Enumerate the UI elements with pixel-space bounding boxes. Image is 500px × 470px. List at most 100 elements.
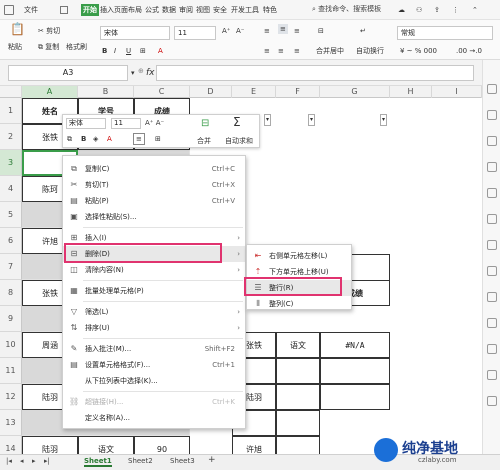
decimal-icon[interactable]: .00 →.0 xyxy=(456,46,482,56)
mini-font-select[interactable]: 宋体 xyxy=(66,118,106,129)
col-header-i[interactable]: I xyxy=(432,86,482,98)
font-grow-icon[interactable]: A⁺ xyxy=(222,26,230,36)
sheet-tab-1[interactable]: Sheet1 xyxy=(84,457,112,467)
mini-autosum-button[interactable]: 自动求和 xyxy=(225,136,253,146)
menu-cut[interactable]: ✂ 剪切(T) Ctrl+X xyxy=(63,177,245,193)
row-header[interactable]: 8 xyxy=(0,280,22,306)
menu-clear[interactable]: ◫ 清除内容(N) › xyxy=(63,262,245,278)
collapse-icon[interactable]: ⌃ xyxy=(472,4,478,16)
col-header-h[interactable]: H xyxy=(390,86,432,98)
sheet-tab-2[interactable]: Sheet2 xyxy=(128,457,153,465)
cell-e14[interactable]: 许旭 xyxy=(232,436,276,454)
align-bottom-icon[interactable]: ≡ xyxy=(294,26,300,36)
grow-font-icon[interactable]: A⁺ A⁻ xyxy=(145,118,164,128)
menu-paste[interactable]: ▤ 粘贴(P) Ctrl+V xyxy=(63,193,245,209)
style-icon[interactable] xyxy=(487,110,497,120)
align-right-icon[interactable]: ≡ xyxy=(294,46,300,56)
name-box-dropdown-icon[interactable]: ▾ xyxy=(131,68,135,78)
col-header-e[interactable]: E xyxy=(232,86,276,98)
col-header-d[interactable]: D xyxy=(190,86,232,98)
align-top-icon[interactable]: ≡ xyxy=(264,26,270,36)
bold-icon[interactable]: B xyxy=(102,46,107,56)
row-header[interactable]: 5 xyxy=(0,202,22,228)
cut-button[interactable]: ✂ 剪切 xyxy=(38,26,60,36)
row-header[interactable]: 1 xyxy=(0,98,22,124)
copy-button[interactable]: ⧉ 复制 xyxy=(38,42,59,52)
next-sheet-icon[interactable]: ▸ xyxy=(32,457,36,465)
menu-copy[interactable]: ⧉ 复制(C) Ctrl+C xyxy=(63,161,245,177)
cell-g10[interactable]: #N/A xyxy=(320,332,390,358)
menu-developer[interactable]: 开发工具 xyxy=(231,4,259,16)
menu-insert[interactable]: 插入 xyxy=(100,4,114,16)
mini-font-color-icon[interactable]: A xyxy=(107,134,112,144)
cell-f10[interactable]: 语文 xyxy=(276,332,320,358)
mini-border-icon[interactable]: ⊞ xyxy=(155,134,161,144)
row-header[interactable]: 11 xyxy=(0,358,22,384)
row-header[interactable]: 3 xyxy=(0,150,22,176)
sum-icon[interactable]: Σ xyxy=(233,116,241,128)
formula-input[interactable] xyxy=(156,65,474,81)
mini-merge-icon[interactable]: ⊟ xyxy=(201,119,209,129)
cell-c14[interactable]: 90 xyxy=(134,436,190,454)
backup-icon[interactable] xyxy=(487,214,497,224)
filter-dropdown-icon[interactable]: ▾ xyxy=(308,114,316,126)
wrap-icon[interactable]: ↵ xyxy=(360,26,366,36)
align-left-icon[interactable]: ≡ xyxy=(264,46,270,56)
chart-icon[interactable] xyxy=(487,188,497,198)
menu-paste-special[interactable]: ▣ 选择性粘贴(S)... xyxy=(63,209,245,225)
menu-features[interactable]: 特色 xyxy=(263,4,277,16)
mini-align-icon[interactable]: ≡ xyxy=(133,133,145,145)
paste-icon[interactable]: 📋 xyxy=(10,23,25,35)
more-icon[interactable]: ⋮ xyxy=(452,4,459,16)
menu-sort[interactable]: ⇅ 排序(U) › xyxy=(63,320,245,336)
cloud-icon[interactable]: ☁ xyxy=(398,4,405,16)
menu-icon[interactable] xyxy=(4,5,14,15)
cell-g11[interactable] xyxy=(320,358,390,384)
cell-b14[interactable]: 语文 xyxy=(78,436,134,454)
menu-batch[interactable]: ▦ 批量处理单元格(P) xyxy=(63,283,245,299)
more-panel-icon[interactable] xyxy=(487,396,497,406)
col-header-g[interactable]: G xyxy=(320,86,390,98)
menu-format-cells[interactable]: ▤ 设置单元格格式(F)... Ctrl+1 xyxy=(63,357,245,373)
row-header[interactable]: 4 xyxy=(0,176,22,202)
font-size-select[interactable]: 11 xyxy=(174,26,216,40)
export-icon[interactable] xyxy=(487,266,497,276)
align-middle-icon[interactable]: ≡ xyxy=(278,24,288,34)
prev-sheet-icon[interactable]: ◂ xyxy=(20,457,24,465)
paste-button[interactable]: 粘贴 xyxy=(8,42,22,52)
sheet-tab-3[interactable]: Sheet3 xyxy=(170,457,195,465)
font-select[interactable]: 宋体 xyxy=(100,26,170,40)
format-painter-button[interactable]: 格式刷 xyxy=(66,42,87,52)
mini-copy-icon[interactable]: ⧉ xyxy=(67,134,72,144)
align-center-icon[interactable]: ≡ xyxy=(278,46,284,56)
font-color-icon[interactable]: A xyxy=(158,46,163,56)
user-icon[interactable]: ⚇ xyxy=(416,4,422,16)
fx-label[interactable]: fx xyxy=(146,68,155,78)
italic-icon[interactable]: I xyxy=(114,46,116,56)
command-search[interactable]: ⌕ 查找命令、搜索模板 xyxy=(312,4,381,14)
menu-home[interactable]: 开始 xyxy=(81,4,99,16)
underline-icon[interactable]: U xyxy=(126,46,131,56)
filter-dropdown-icon[interactable]: ▾ xyxy=(264,114,272,126)
currency-icon[interactable]: ¥ ~ % 000 xyxy=(400,46,437,56)
row-header[interactable]: 6 xyxy=(0,228,22,254)
cell-f11[interactable] xyxy=(276,358,320,384)
merge-icon[interactable]: ⊟ xyxy=(318,26,324,36)
filter-dropdown-icon[interactable]: ▾ xyxy=(380,114,388,126)
row-header[interactable]: 9 xyxy=(0,306,22,332)
property-icon[interactable] xyxy=(487,162,497,172)
row-header[interactable]: 14 xyxy=(0,436,22,454)
cell-f13[interactable] xyxy=(276,410,320,436)
menu-view[interactable]: 视图 xyxy=(196,4,210,16)
last-sheet-icon[interactable]: ▸| xyxy=(44,457,50,465)
menu-data[interactable]: 数据 xyxy=(162,4,176,16)
menu-define-name[interactable]: 定义名称(A)... xyxy=(63,410,245,426)
cell-f12[interactable] xyxy=(276,384,320,410)
row-header[interactable]: 7 xyxy=(0,254,22,280)
name-box[interactable]: A3 xyxy=(8,65,128,81)
col-header-f[interactable]: F xyxy=(276,86,320,98)
shape-icon[interactable] xyxy=(487,136,497,146)
col-header-b[interactable]: B xyxy=(78,86,134,98)
menu-filter[interactable]: ▽ 筛选(L) › xyxy=(63,304,245,320)
wrap-text-button[interactable]: 自动换行 xyxy=(356,46,384,56)
